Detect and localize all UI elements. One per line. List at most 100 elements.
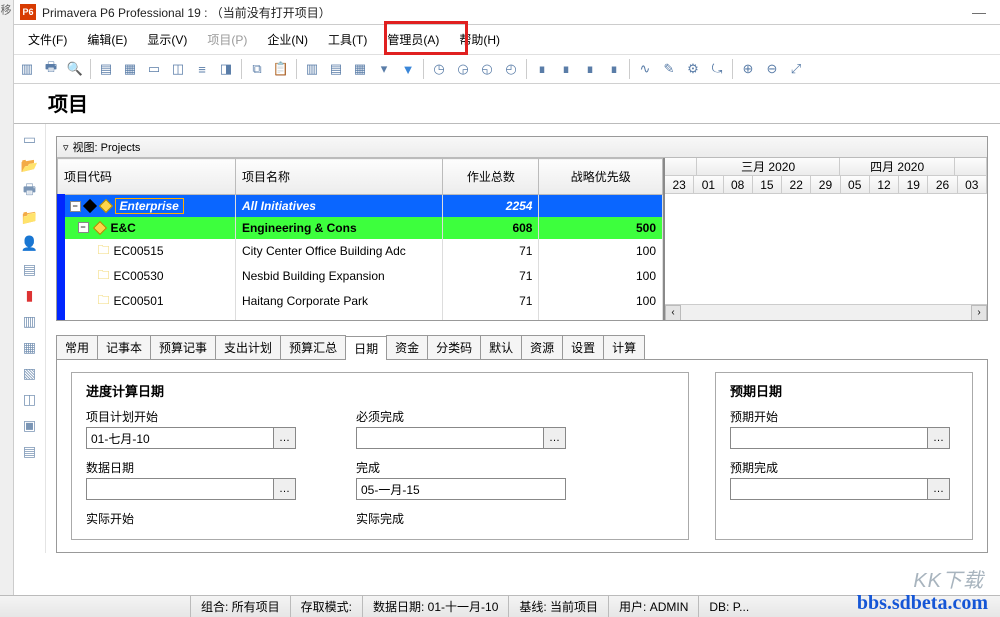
input-ant-finish[interactable]: … [730,478,950,500]
tb-cols-icon[interactable]: ▥ [301,58,323,80]
date-picker-icon[interactable]: … [927,428,949,448]
col-name[interactable]: 项目名称 [242,170,290,184]
tb-network-icon[interactable]: ◫ [167,58,189,80]
tb-new-icon[interactable]: ▥ [16,58,38,80]
gantt-area[interactable]: 三月 2020 四月 2020 2301081522290512192603 ‹… [665,158,987,320]
projects-table[interactable]: 项目代码 项目名称 作业总数 战略优先级 −Enterprise All Ini… [57,158,663,320]
tab-2[interactable]: 预算记事 [150,335,216,359]
tb-copy-icon[interactable]: ⧉ [246,58,268,80]
tab-7[interactable]: 分类码 [427,335,481,359]
tb-schedule-icon[interactable]: ◷ [428,58,450,80]
rail-report-icon[interactable]: ▤ [21,260,39,278]
scroll-right-icon[interactable]: › [971,305,987,321]
row-ec[interactable]: −E&C Engineering & Cons 608 500 [58,217,663,239]
gantt-h-scrollbar[interactable]: ‹ › [665,304,987,320]
row-enterprise[interactable]: −Enterprise All Initiatives 2254 [58,195,663,217]
rail-imp-icon[interactable]: ▧ [21,364,39,382]
rail-folder-icon[interactable]: 📁 [21,208,39,226]
menu-admin[interactable]: 管理员(A) [379,28,447,51]
tab-1[interactable]: 记事本 [97,335,151,359]
tb-preview-icon[interactable]: 🔍 [64,58,86,80]
menu-enterprise[interactable]: 企业(N) [259,28,316,51]
menu-file[interactable]: 文件(F) [20,28,75,51]
tl-month-2: 四月 2020 [840,158,955,176]
tab-8[interactable]: 默认 [480,335,522,359]
tb-res-icon[interactable]: ∎ [531,58,553,80]
tb-cost-icon[interactable]: ∎ [555,58,577,80]
tb-zoomout-icon[interactable]: ⊖ [761,58,783,80]
tab-3[interactable]: 支出计划 [215,335,281,359]
col-code[interactable]: 项目代码 [64,170,112,184]
tb-sort-icon[interactable]: ▾ [373,58,395,80]
tb-calc-icon[interactable]: ◵ [476,58,498,80]
input-must-finish[interactable]: … [356,427,566,449]
tb-bar-icon[interactable]: ▭ [143,58,165,80]
tab-6[interactable]: 资金 [386,335,428,359]
tab-0[interactable]: 常用 [56,335,98,359]
date-picker-icon[interactable]: … [927,479,949,499]
tb-paste-icon[interactable]: 📋 [270,58,292,80]
rail-doc-icon[interactable]: ▥ [21,312,39,330]
rail-bar-icon[interactable]: ▮ [21,286,39,304]
rail-print-icon[interactable]: 🖶 [21,182,39,200]
input-ant-start[interactable]: … [730,427,950,449]
menu-tools[interactable]: 工具(T) [320,28,375,51]
date-picker-icon[interactable]: … [543,428,565,448]
tb-trace-icon[interactable]: ≡ [191,58,213,80]
input-plan-start[interactable]: … [86,427,296,449]
table-row[interactable]: 🗀EC00515 City Center Office Building Adc… [58,239,663,264]
rail-open-icon[interactable]: 📂 [21,156,39,174]
tb-table-icon[interactable]: ▦ [119,58,141,80]
tb-link-icon[interactable]: ⤿ [706,58,728,80]
menu-edit[interactable]: 编辑(E) [79,28,135,51]
tb-chart-icon[interactable]: ∿ [634,58,656,80]
menu-help[interactable]: 帮助(H) [451,28,508,51]
scroll-left-icon[interactable]: ‹ [665,305,681,321]
tb-tool-icon[interactable]: ✎ [658,58,680,80]
chevron-down-icon: ▿ [63,141,69,154]
rail-user-icon[interactable]: 👤 [21,234,39,252]
rail-wbs-icon[interactable]: ▣ [21,416,39,434]
tb-layout-icon[interactable]: ▤ [325,58,347,80]
minimize-button[interactable]: — [964,4,994,20]
col-activities[interactable]: 作业总数 [467,170,515,184]
group-anticipated-dates: 预期日期 预期开始 … 预期完成 … [715,372,973,540]
tb-wbs-icon[interactable]: ◨ [215,58,237,80]
view-bar[interactable]: ▿ 视图: Projects [57,137,987,158]
tb-zoomin-icon[interactable]: ⊕ [737,58,759,80]
tab-9[interactable]: 资源 [521,335,563,359]
tb-gantt-icon[interactable]: ▤ [95,58,117,80]
rail-act-icon[interactable]: ▤ [21,442,39,460]
input-data-date[interactable]: … [86,478,296,500]
date-picker-icon[interactable]: … [273,479,295,499]
tab-4[interactable]: 预算汇总 [280,335,346,359]
status-bar: 组合: 所有项目 存取模式: 数据日期: 01-十一月-10 基线: 当前项目 … [0,595,1000,617]
col-priority[interactable]: 战略优先级 [571,170,631,184]
tb-expand-icon[interactable]: ⤢ [785,58,807,80]
rail-projects-icon[interactable]: ▭ [21,130,39,148]
tab-5[interactable]: 日期 [345,336,387,360]
tb-update-icon[interactable]: ◴ [500,58,522,80]
tab-11[interactable]: 计算 [603,335,645,359]
tb-print-icon[interactable]: 🖶 [40,58,62,80]
tb-filter-icon[interactable]: ▼ [397,58,419,80]
table-row[interactable]: 🗀EC00610 Harbour Pointe Assisted Living1… [58,314,663,321]
tb-code-icon[interactable]: ∎ [603,58,625,80]
tb-role-icon[interactable]: ∎ [579,58,601,80]
table-row[interactable]: 🗀EC00530 Nesbid Building Expansion71100 [58,264,663,289]
date-picker-icon[interactable]: … [273,428,295,448]
rail-exp-icon[interactable]: ▦ [21,338,39,356]
collapse-icon[interactable]: − [78,222,89,233]
table-row[interactable]: 🗀EC00501 Haitang Corporate Park71100 [58,289,663,314]
menu-project[interactable]: 项目(P) [199,28,255,51]
rail-step-icon[interactable]: ◫ [21,390,39,408]
collapse-icon[interactable]: − [70,201,81,212]
menu-view[interactable]: 显示(V) [139,28,195,51]
left-edge-label: 移 [0,0,14,617]
window-title: Primavera P6 Professional 19 : （当前没有打开项目… [42,4,964,21]
tab-10[interactable]: 设置 [562,335,604,359]
tb-level-icon[interactable]: ◶ [452,58,474,80]
tb-group-icon[interactable]: ▦ [349,58,371,80]
input-finish[interactable] [356,478,566,500]
tb-set-icon[interactable]: ⚙ [682,58,704,80]
